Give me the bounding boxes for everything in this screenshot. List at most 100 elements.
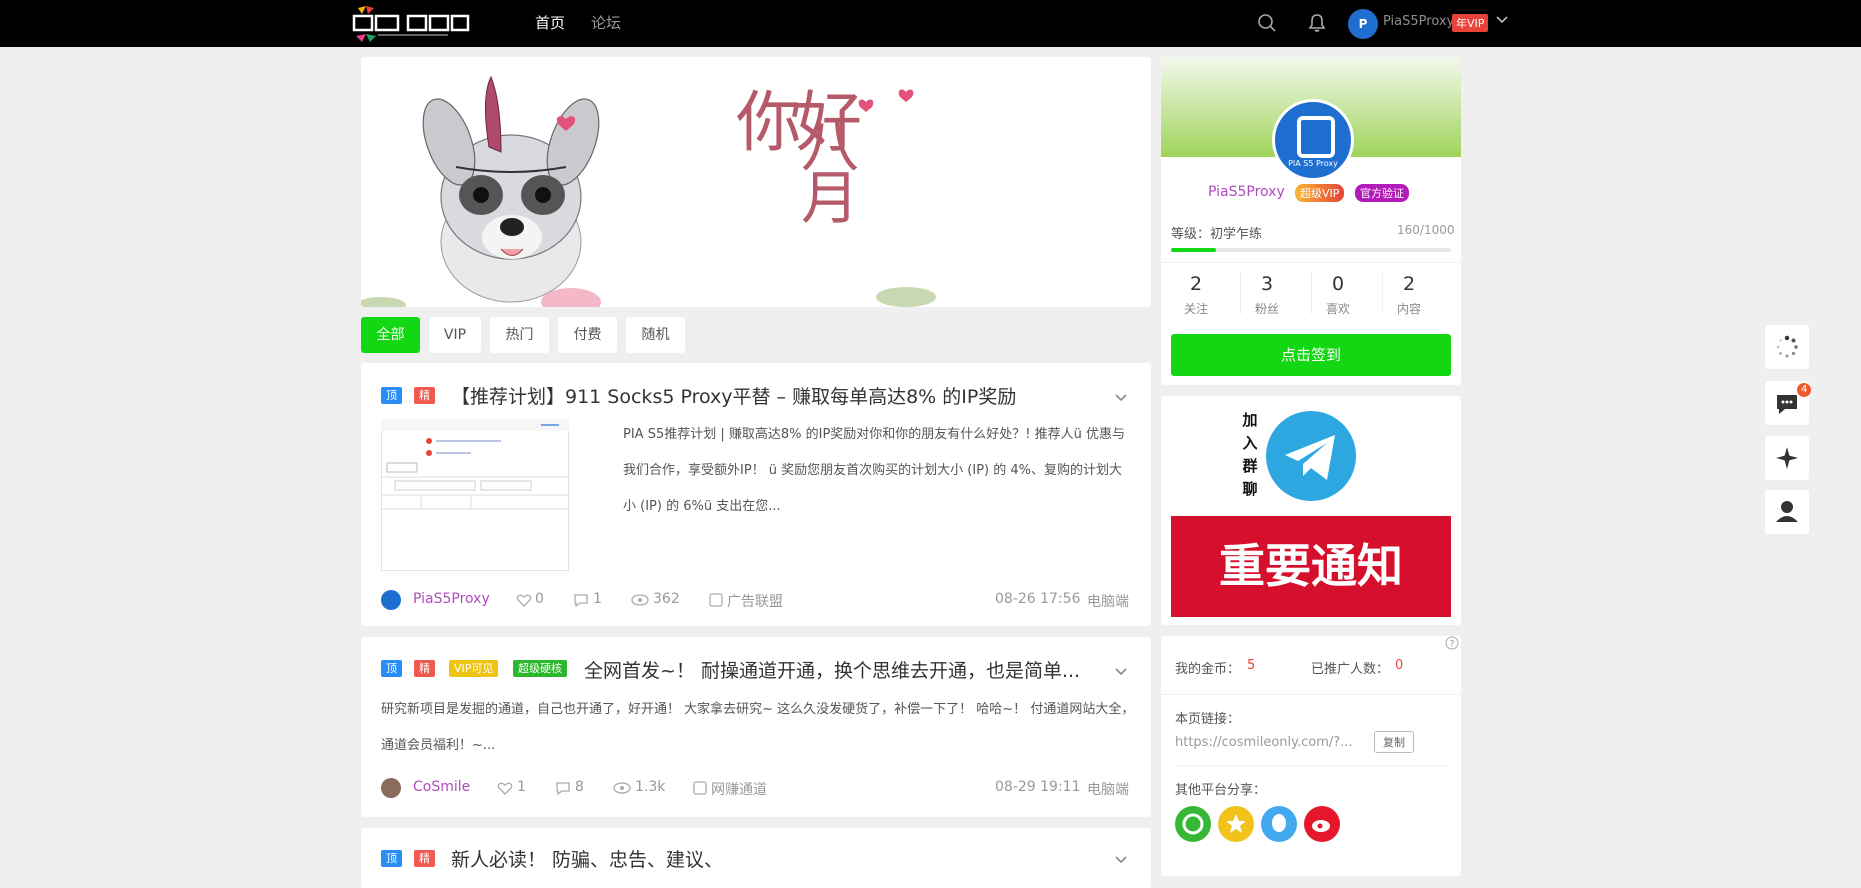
promoted-label: 已推广人数： [1311,662,1390,677]
profile-card: PIA S5 Proxy PiaS5Proxy 超级VIP 官方验证 等级：初学… [1161,57,1461,385]
nav-home[interactable]: 首页 [535,12,565,33]
view-count: 1.3k [635,779,666,795]
promoted-value: 0 [1395,658,1404,673]
post-excerpt: PIA S5推荐计划 | 赚取高达8% 的IP奖励对你和你的朋友有什么好处？! … [623,427,1126,514]
chevron-down-icon[interactable] [1114,391,1128,405]
notice-text: 重要通知 [1219,539,1403,593]
like-count: 0 [535,591,544,607]
post-thumbnail[interactable] [381,419,569,571]
earnings-card: ? 我的金币： 5 已推广人数： 0 本页链接： https://cosmile… [1161,636,1461,876]
telegram-icon[interactable] [1265,410,1357,502]
post-card[interactable]: 顶 精 新人必读！ 防骗、忠告、建议、 [361,828,1151,888]
tab-all[interactable]: 全部 [361,317,420,353]
profile-avatar[interactable]: PIA S5 Proxy [1272,99,1354,181]
search-icon[interactable] [1256,12,1278,34]
header-username[interactable]: PiaS5Proxy [1383,14,1454,29]
user-avatar[interactable]: P [1348,9,1378,39]
level-value: 160/1000 [1397,223,1455,237]
coins-label: 我的金币： [1175,662,1241,677]
post-title[interactable]: 新人必读！ 防骗、忠告、建议、 [451,845,723,872]
chevron-down-icon[interactable] [1114,665,1128,679]
qzone-icon[interactable] [1218,806,1254,842]
post-date: 08-29 19:11 [995,779,1081,795]
tag-featured: 精 [414,850,435,867]
tag-top: 顶 [381,850,402,867]
verified-badge: 官方验证 [1355,184,1409,202]
likes-count[interactable]: 0 [1303,273,1373,295]
share-label: 其他平台分享： [1175,783,1267,798]
post-author[interactable]: PiaS5Proxy [413,591,490,607]
post-title[interactable]: 【推荐计划】911 Socks5 Proxy平替 – 赚取每单高达8% 的IP奖… [451,382,1016,409]
weibo-icon[interactable] [1304,806,1340,842]
join-group-text: 加 入 群 聊 [1242,411,1258,498]
followers-count[interactable]: 3 [1232,273,1302,295]
help-icon[interactable]: ? [1445,636,1459,650]
author-avatar[interactable] [381,778,401,798]
wechat-moments-icon[interactable] [1175,806,1211,842]
comment-count: 1 [593,591,602,607]
post-card[interactable]: 顶 精 【推荐计划】911 Socks5 Proxy平替 – 赚取每单高达8% … [361,363,1151,626]
post-date: 08-26 17:56 [995,591,1081,607]
tag-vip-visible: VIP可见 [449,660,499,677]
copy-button[interactable]: 复制 [1374,731,1414,753]
level-progress-fill [1171,248,1216,252]
post-device: 电脑端 [1087,594,1129,610]
user-icon [1776,501,1798,522]
category-icon [709,593,723,607]
profile-name[interactable]: PiaS5Proxy [1208,184,1285,200]
tab-paid[interactable]: 付费 [558,317,617,353]
nav-forum[interactable]: 论坛 [591,12,621,33]
content-count[interactable]: 2 [1374,273,1444,295]
qq-icon[interactable] [1261,806,1297,842]
banner-text-august: 八月 [791,115,859,219]
site-logo[interactable] [352,6,472,44]
post-card[interactable]: 顶 精 VIP可见 超级硬核 全网首发~！ 耐操通道开通，换个思维去开通，也是简… [361,637,1151,817]
tag-top: 顶 [381,660,402,677]
page-link-label: 本页链接： [1175,712,1241,727]
tag-top: 顶 [381,387,402,404]
hero-banner[interactable]: 你好 八月 [361,57,1151,307]
author-avatar[interactable] [381,590,401,610]
super-vip-badge: 超级VIP [1295,184,1345,202]
tab-hot[interactable]: 热门 [490,317,549,353]
bell-icon[interactable] [1306,12,1328,34]
compass-icon [1776,447,1798,469]
post-category[interactable]: 网赚通道 [711,779,767,799]
tag-hardcore: 超级硬核 [513,660,567,677]
content-label: 内容 [1396,302,1421,316]
tab-random[interactable]: 随机 [626,317,685,353]
loading-button[interactable] [1765,325,1809,369]
comment-icon[interactable] [555,780,571,796]
promo-card[interactable]: 加 入 群 聊 重要通知 [1161,396,1461,625]
top-navbar: 首页 论坛 P PiaS5Proxy 年VIP [0,0,1861,47]
followers-label: 粉丝 [1254,302,1279,316]
loading-icon [1776,335,1798,358]
tab-vip[interactable]: VIP [429,317,481,353]
chat-badge: 4 [1797,383,1812,397]
chevron-down-icon[interactable] [1114,853,1128,867]
chevron-down-icon[interactable] [1494,12,1510,28]
page-link-value[interactable]: https://cosmileonly.com/?... [1175,735,1353,750]
heart-icon[interactable] [497,780,513,796]
chat-button[interactable]: 4 [1765,381,1812,425]
user-button[interactable] [1765,490,1809,534]
following-count[interactable]: 2 [1161,273,1231,295]
post-device: 电脑端 [1087,782,1129,798]
following-label: 关注 [1183,302,1208,316]
tag-featured: 精 [414,660,435,677]
checkin-button[interactable]: 点击签到 [1171,334,1451,376]
compass-button[interactable] [1765,436,1809,480]
comment-icon[interactable] [573,592,589,608]
post-author[interactable]: CoSmile [413,779,470,795]
post-title[interactable]: 全网首发~！ 耐操通道开通，换个思维去开通，也是简单... [584,656,1104,683]
view-count: 362 [653,591,680,607]
notice-banner[interactable]: 重要通知 [1171,516,1451,617]
post-category[interactable]: 广告联盟 [727,591,783,611]
heart-icon[interactable] [516,592,532,608]
category-icon [693,781,707,795]
eye-icon [613,782,631,794]
tag-featured: 精 [414,387,435,404]
post-excerpt: 研究新项目是发掘的通道，自己也开通了，好开通！ 大家拿去研究~ 这么久没发硬货了… [381,702,1135,753]
comment-count: 8 [575,779,584,795]
level-label: 等级：初学乍练 [1171,227,1263,242]
